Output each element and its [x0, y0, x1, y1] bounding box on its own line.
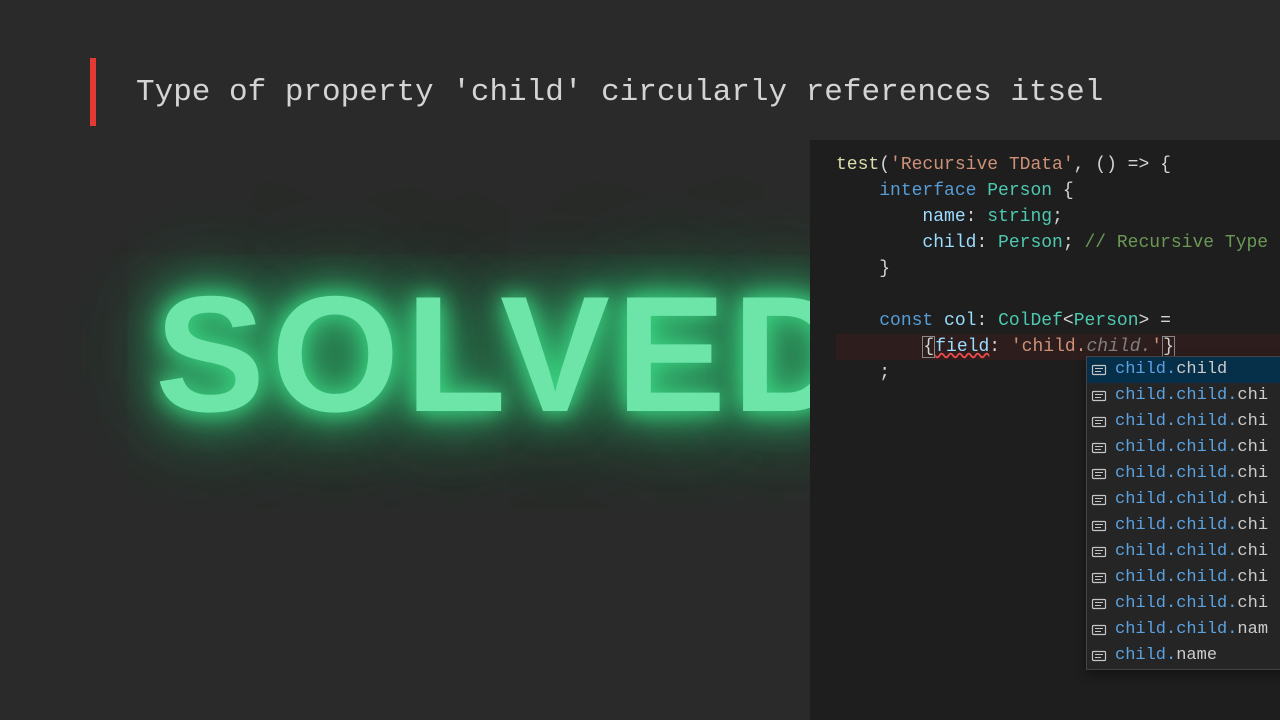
field-icon	[1091, 648, 1107, 664]
autocomplete-item[interactable]: child.child.chi	[1087, 461, 1280, 487]
autocomplete-item[interactable]: child.child.chi	[1087, 409, 1280, 435]
autocomplete-item[interactable]: child.child	[1087, 357, 1280, 383]
field-icon	[1091, 362, 1107, 378]
autocomplete-item[interactable]: child.child.chi	[1087, 513, 1280, 539]
autocomplete-item[interactable]: child.child.chi	[1087, 435, 1280, 461]
code-editor[interactable]: test('Recursive TData', () => { interfac…	[810, 140, 1280, 720]
autocomplete-item[interactable]: child.child.nam	[1087, 617, 1280, 643]
autocomplete-item[interactable]: child.child.chi	[1087, 591, 1280, 617]
field-icon	[1091, 440, 1107, 456]
code-line: }	[836, 256, 1280, 282]
code-line: name: string;	[836, 204, 1280, 230]
code-line: interface Person {	[836, 178, 1280, 204]
field-icon	[1091, 596, 1107, 612]
field-icon	[1091, 492, 1107, 508]
field-icon	[1091, 518, 1107, 534]
autocomplete-item[interactable]: child.child.chi	[1087, 539, 1280, 565]
field-icon	[1091, 414, 1107, 430]
autocomplete-item[interactable]: child.child.chi	[1087, 565, 1280, 591]
solved-badge: SOLVED	[155, 260, 857, 449]
field-icon	[1091, 466, 1107, 482]
field-icon	[1091, 544, 1107, 560]
autocomplete-item[interactable]: child.child.chi	[1087, 487, 1280, 513]
autocomplete-item[interactable]: child.name	[1087, 643, 1280, 669]
error-banner: Type of property 'child' circularly refe…	[90, 58, 1280, 126]
field-icon	[1091, 388, 1107, 404]
field-icon	[1091, 622, 1107, 638]
field-icon	[1091, 570, 1107, 586]
code-line: child: Person; // Recursive Type	[836, 230, 1280, 256]
code-line	[836, 282, 1280, 308]
error-message-text: Type of property 'child' circularly refe…	[136, 75, 1103, 110]
autocomplete-popup[interactable]: child.childchild.child.chichild.child.ch…	[1086, 356, 1280, 670]
autocomplete-item[interactable]: child.child.chi	[1087, 383, 1280, 409]
error-indicator-bar	[90, 58, 96, 126]
code-line: test('Recursive TData', () => {	[836, 152, 1280, 178]
code-line: const col: ColDef<Person> =	[836, 308, 1280, 334]
